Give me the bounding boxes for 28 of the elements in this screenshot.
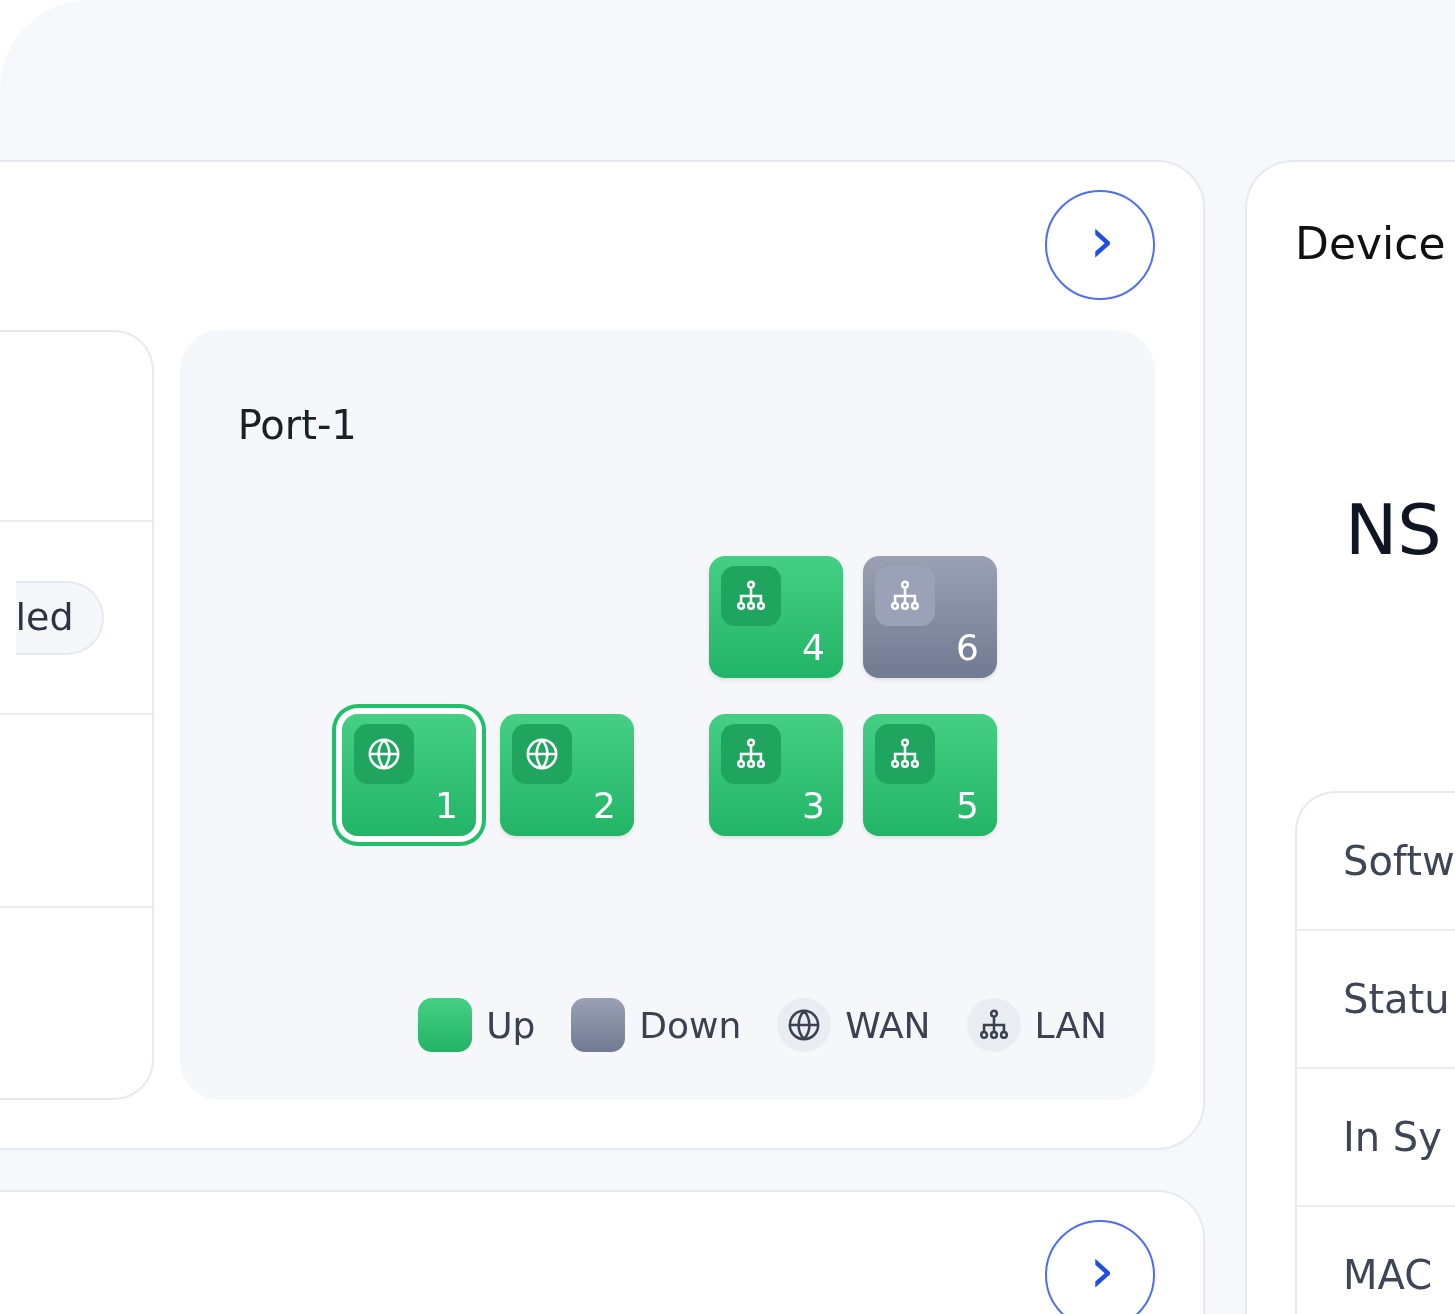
network-tree-icon <box>888 579 922 613</box>
port-tile[interactable]: 4 <box>709 556 843 678</box>
info-label: Statu <box>1297 931 1455 1069</box>
next-button[interactable]: › <box>1045 1220 1155 1314</box>
network-tree-icon <box>734 579 768 613</box>
device-model: NS <box>1345 489 1443 571</box>
globe-icon <box>367 737 401 771</box>
status-swatch <box>571 998 626 1052</box>
legend-label: LAN <box>1034 1004 1107 1046</box>
globe-icon <box>787 1008 822 1042</box>
info-label: Softw <box>1297 793 1455 931</box>
port-tile[interactable]: 5 <box>863 714 997 836</box>
globe-icon <box>525 737 559 771</box>
port-tile[interactable]: 2 <box>500 714 634 836</box>
legend-label: WAN <box>845 1004 931 1046</box>
network-tree-icon <box>734 737 768 771</box>
status-pill: led <box>15 580 104 655</box>
info-label: MAC <box>1297 1207 1455 1314</box>
port-title: Port-1 <box>237 402 357 448</box>
legend-label: Down <box>639 1004 742 1046</box>
next-button[interactable]: › <box>1045 190 1155 300</box>
network-tree-icon <box>888 737 922 771</box>
info-label: In Sy <box>1297 1069 1455 1207</box>
port-tile[interactable]: 3 <box>709 714 843 836</box>
status-swatch <box>418 998 473 1052</box>
legend-label: Up <box>486 1004 536 1046</box>
port-tile[interactable]: 6 <box>863 556 997 678</box>
card-title: Device <box>1295 218 1447 269</box>
